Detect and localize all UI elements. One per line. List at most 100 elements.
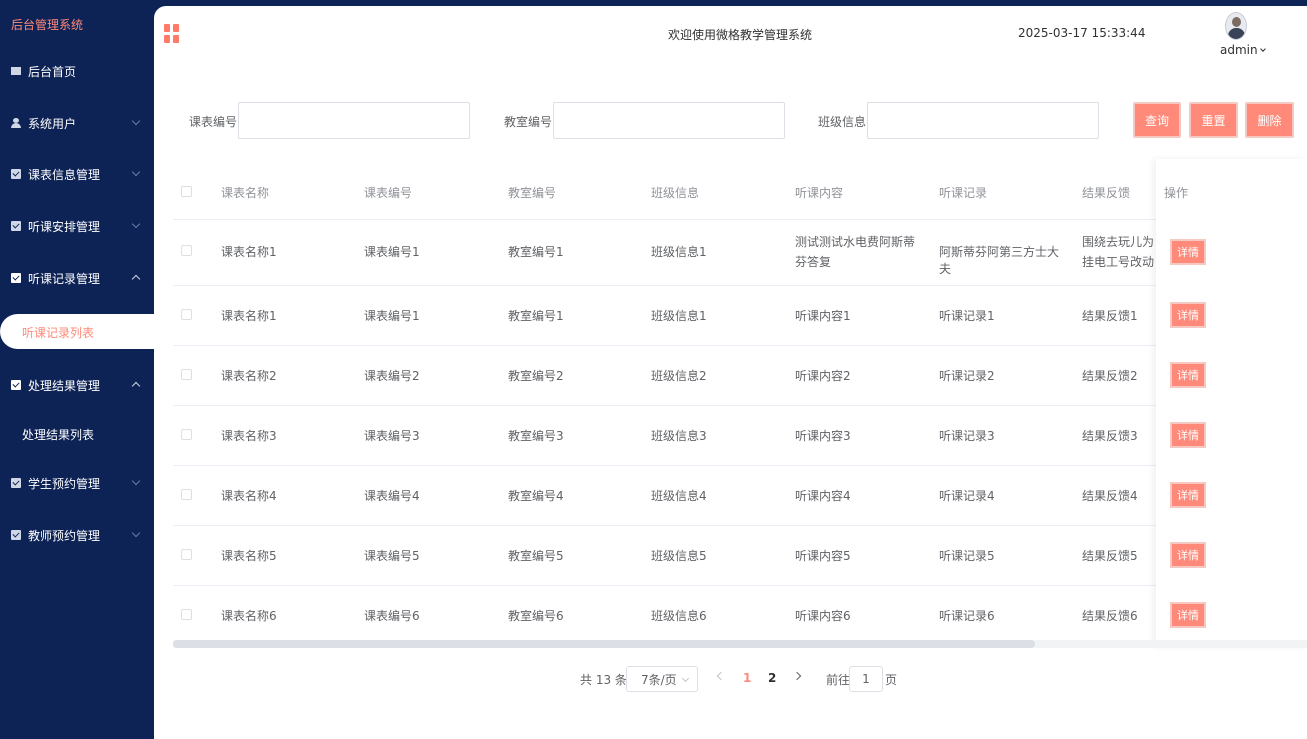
detail-button[interactable]: 详情 (1170, 602, 1206, 628)
class-info-label: 班级信息 (818, 115, 867, 129)
table-cell: 课表名称1 (221, 309, 277, 323)
delete-button[interactable]: 删除 (1245, 102, 1294, 138)
column-header: 结果反馈 (1082, 186, 1131, 200)
operation-column: 操作 详情 详情 详情 详情 详情 详情 详情 (1156, 159, 1307, 647)
column-header: 听课记录 (939, 186, 988, 200)
table-cell: 听课内容2 (795, 369, 851, 383)
goto-page-input[interactable] (849, 666, 883, 692)
sidebar-item-course-info[interactable]: 课表信息管理 (0, 154, 154, 194)
sidebar-item-home[interactable]: 后台首页 (0, 51, 154, 91)
detail-button[interactable]: 详情 (1170, 422, 1206, 448)
row-checkbox[interactable] (181, 245, 192, 256)
row-divider (173, 525, 1307, 526)
table-cell: 课表名称3 (221, 429, 277, 443)
user-icon (11, 118, 21, 128)
sidebar-item-lecture-records[interactable]: 听课记录管理 (0, 258, 154, 298)
table-cell: 结果反馈1 (1082, 309, 1138, 323)
prev-page-icon[interactable] (716, 671, 726, 681)
avatar[interactable] (1225, 12, 1247, 40)
table-cell: 结果反馈4 (1082, 489, 1138, 503)
query-button[interactable]: 查询 (1133, 102, 1181, 138)
current-datetime: 2025-03-17 15:33:44 (1018, 26, 1146, 40)
reset-button[interactable]: 重置 (1189, 102, 1238, 138)
table-cell: 测试测试水电费阿斯蒂芬答复 (795, 235, 916, 269)
chevron-down-icon (131, 219, 141, 229)
table-cell: 教室编号4 (508, 489, 564, 503)
detail-button[interactable]: 详情 (1170, 482, 1206, 508)
page-number[interactable]: 2 (768, 671, 776, 685)
user-menu[interactable]: admin (1220, 43, 1266, 57)
table-cell: 结果反馈3 (1082, 429, 1138, 443)
monitor-icon (11, 67, 21, 75)
row-checkbox[interactable] (181, 309, 192, 320)
detail-button[interactable]: 详情 (1170, 542, 1206, 568)
sidebar-item-teacher-booking[interactable]: 教师预约管理 (0, 515, 154, 555)
table-cell: 教室编号1 (508, 245, 564, 259)
next-page-icon[interactable] (792, 671, 802, 681)
chevron-down-icon (131, 167, 141, 177)
horizontal-scrollbar[interactable] (173, 640, 1307, 648)
detail-button[interactable]: 详情 (1170, 302, 1206, 328)
classroom-code-input[interactable] (553, 102, 785, 139)
table-cell: 课表编号1 (364, 309, 420, 323)
detail-button[interactable]: 详情 (1170, 239, 1206, 265)
sidebar-item-student-booking[interactable]: 学生预约管理 (0, 463, 154, 503)
sidebar-item-system-users[interactable]: 系统用户 (0, 103, 154, 143)
table-cell: 课表名称6 (221, 609, 277, 623)
top-bar: 欢迎使用微格教学管理系统 2025-03-17 15:33:44 admin (154, 6, 1307, 66)
sidebar-item-label: 系统用户 (28, 116, 77, 131)
page-unit-label: 页 (885, 673, 898, 687)
sidebar-subitem-result-list[interactable]: 处理结果列表 (22, 426, 94, 443)
row-divider (173, 405, 1307, 406)
table-cell: 课表编号2 (364, 369, 420, 383)
row-checkbox[interactable] (181, 369, 192, 380)
classroom-code-label: 教室编号 (504, 115, 553, 129)
column-header: 课表名称 (221, 186, 270, 200)
row-checkbox[interactable] (181, 549, 192, 560)
sidebar-item-lecture-schedule[interactable]: 听课安排管理 (0, 206, 154, 246)
chevron-down-icon (131, 116, 141, 126)
sidebar: 后台管理系统 后台首页 系统用户 课表信息管理 听课安排管理 听课记录管理 听课… (0, 0, 154, 739)
table-cell: 教室编号2 (508, 369, 564, 383)
table-cell: 听课内容1 (795, 309, 851, 323)
chevron-down-icon (1259, 46, 1266, 52)
checkbox-icon (11, 169, 21, 179)
brand-title: 后台管理系统 (11, 18, 84, 32)
select-all-checkbox[interactable] (181, 186, 192, 197)
chevron-up-icon (131, 274, 141, 284)
menu-toggle-icon[interactable] (164, 24, 179, 43)
table-cell: 班级信息3 (651, 429, 707, 443)
total-count: 共 13 条 (580, 673, 627, 687)
page-size-select[interactable]: 7条/页 (626, 666, 698, 692)
sidebar-item-label: 教师预约管理 (28, 528, 101, 543)
table-cell: 课表编号5 (364, 549, 420, 563)
column-header: 教室编号 (508, 186, 557, 200)
scrollbar-thumb[interactable] (173, 640, 1035, 648)
table-cell: 听课记录6 (939, 609, 995, 623)
course-code-input[interactable] (238, 102, 470, 139)
table-cell: 听课记录1 (939, 309, 995, 323)
column-header: 课表编号 (364, 186, 413, 200)
table-cell: 课表名称4 (221, 489, 277, 503)
detail-button[interactable]: 详情 (1170, 362, 1206, 388)
sidebar-item-label: 听课记录管理 (28, 271, 101, 286)
table-cell: 围绕去玩儿为挂电工号改动 (1082, 235, 1155, 269)
row-checkbox[interactable] (181, 609, 192, 620)
checkbox-icon (11, 478, 21, 488)
row-checkbox[interactable] (181, 429, 192, 440)
chevron-down-icon (681, 674, 690, 683)
chevron-down-icon (131, 528, 141, 538)
table-cell: 教室编号3 (508, 429, 564, 443)
sidebar-item-result-management[interactable]: 处理结果管理 (0, 365, 154, 405)
sidebar-subitem-lecture-record-list[interactable]: 听课记录列表 (22, 324, 94, 341)
table-cell: 课表编号4 (364, 489, 420, 503)
table-cell: 班级信息5 (651, 549, 707, 563)
row-checkbox[interactable] (181, 489, 192, 500)
username: admin (1220, 43, 1258, 57)
row-divider (173, 285, 1307, 286)
table-cell: 听课记录4 (939, 489, 995, 503)
sidebar-item-label: 后台首页 (28, 64, 77, 79)
class-info-input[interactable] (867, 102, 1099, 139)
page-number-active[interactable]: 1 (743, 671, 751, 685)
table-cell: 班级信息6 (651, 609, 707, 623)
